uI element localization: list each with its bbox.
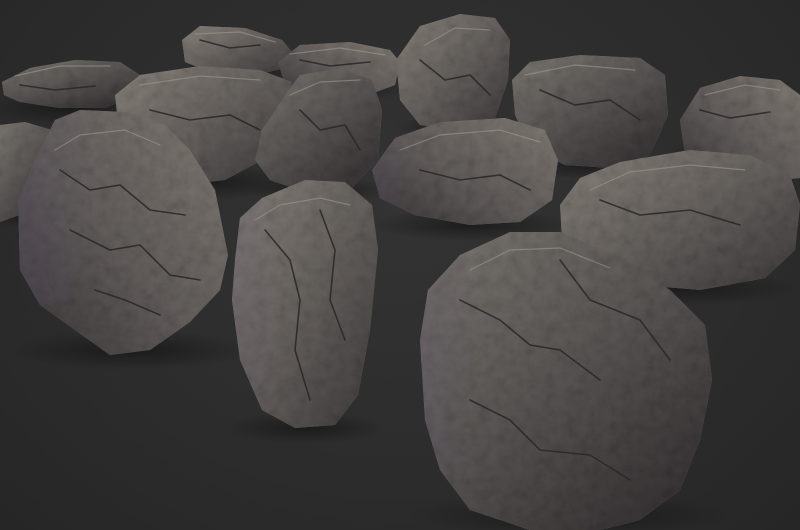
rock-back-tall-center — [396, 14, 510, 130]
rock-asset-scene — [0, 0, 800, 530]
rock-group — [0, 14, 800, 530]
rock-render — [0, 14, 800, 530]
